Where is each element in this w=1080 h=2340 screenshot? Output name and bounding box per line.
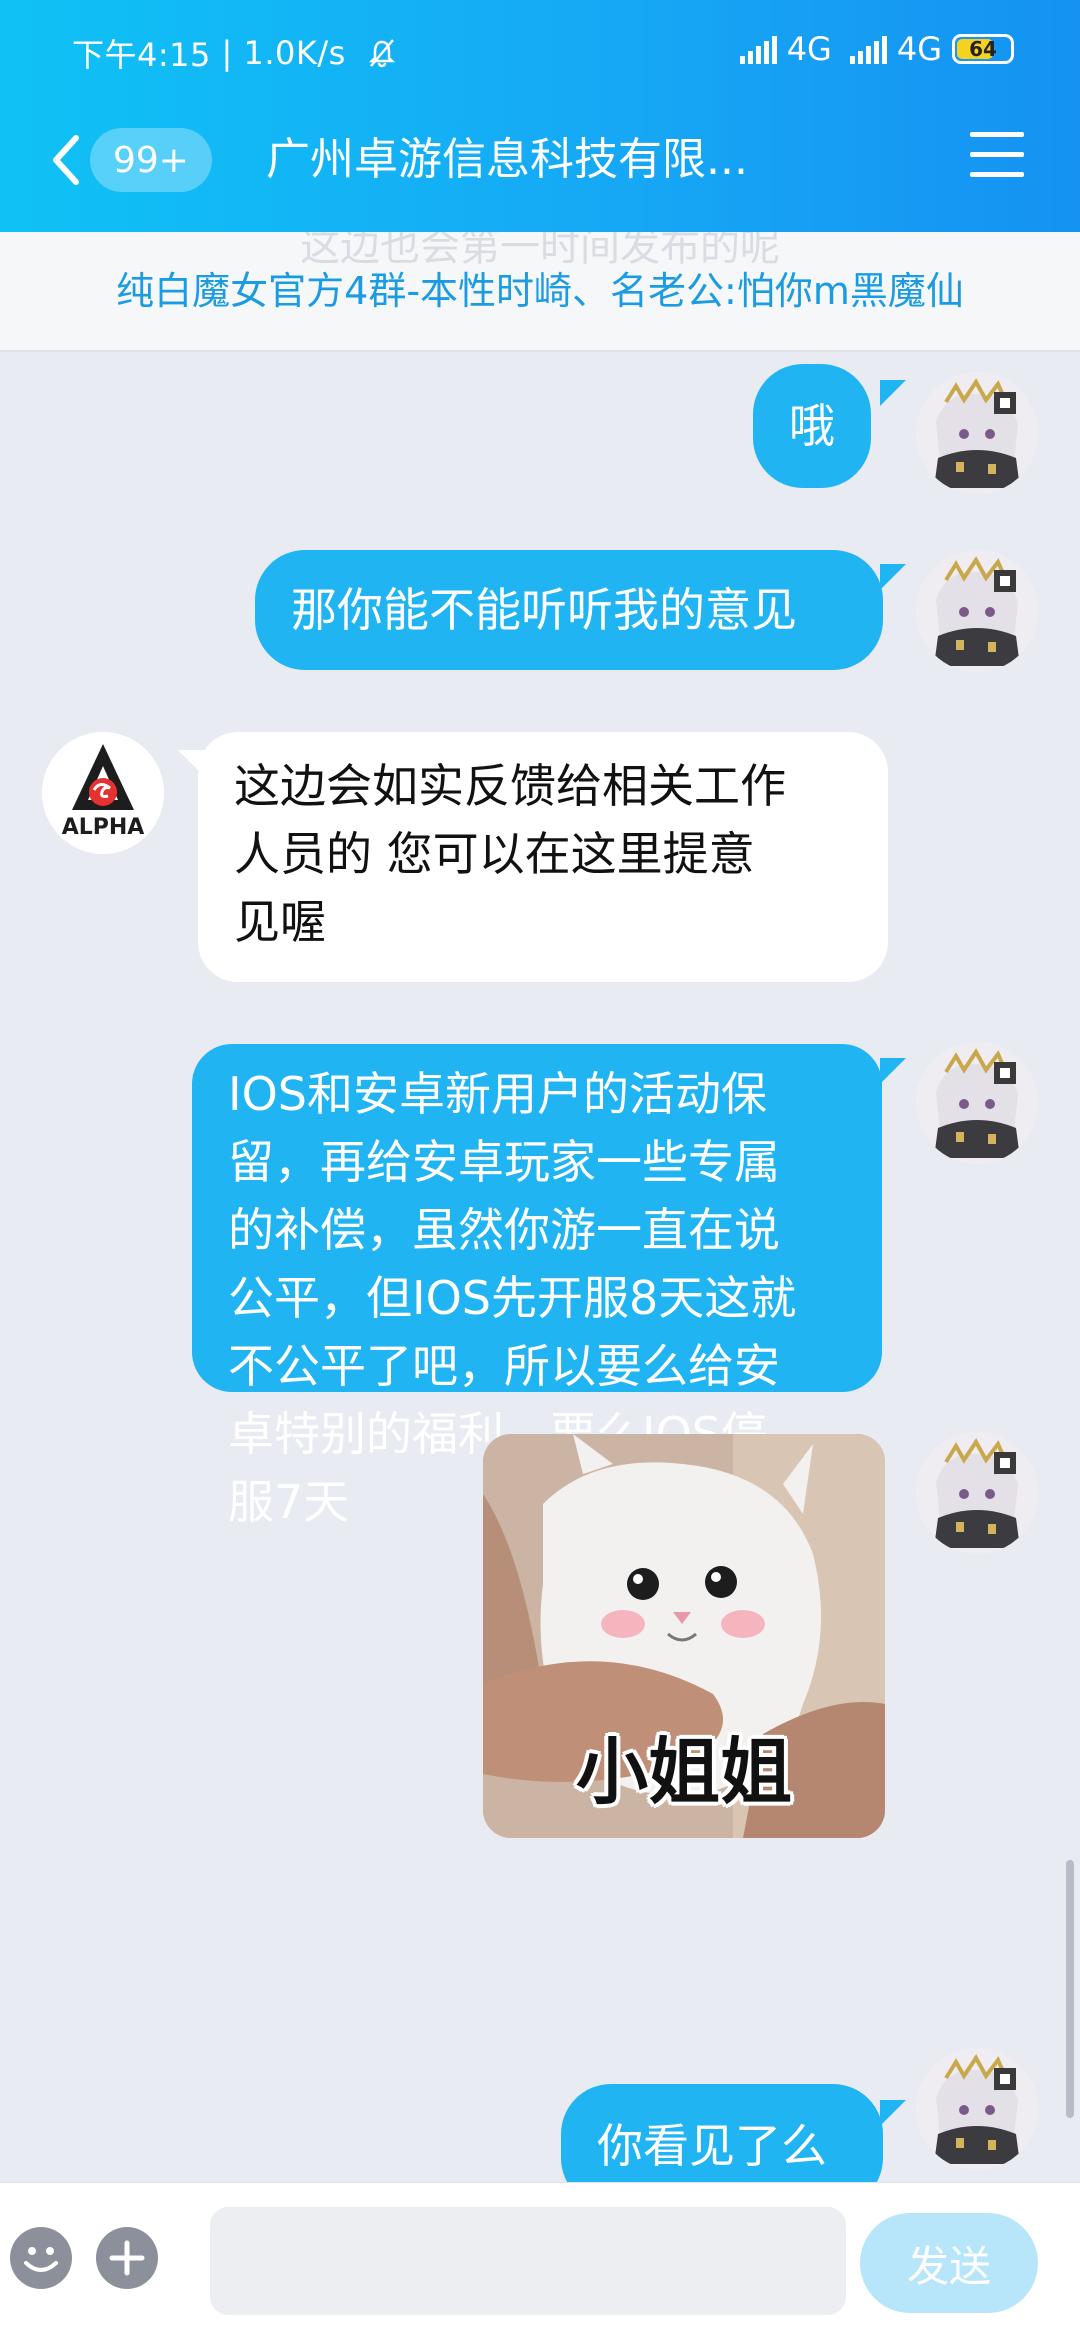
input-bar: 发送 bbox=[0, 2182, 1080, 2340]
bubble-tail bbox=[880, 564, 906, 590]
message-text: 哦 bbox=[789, 399, 835, 453]
send-button[interactable]: 发送 bbox=[860, 2213, 1038, 2313]
message-line: 这边会如实反馈给相关工作 bbox=[234, 759, 786, 813]
message-line: 的补偿，虽然你游一直在说 bbox=[228, 1203, 780, 1257]
message-text: 你看见了么 bbox=[597, 2119, 827, 2173]
sticker-image[interactable]: 小姐姐 bbox=[483, 1434, 885, 1838]
message-text: 那你能不能听听我的意见 bbox=[291, 583, 797, 637]
battery-icon: 64 bbox=[952, 34, 1014, 64]
network-type-1: 4G bbox=[786, 30, 832, 68]
network-speed: 1.0K/s bbox=[243, 34, 346, 72]
network-type-2: 4G bbox=[896, 30, 942, 68]
message-line: IOS和安卓新用户的活动保 bbox=[228, 1067, 767, 1121]
announcement-text: 纯白魔女官方4群-本性时崎、名老公:怕你m黑魔仙 bbox=[116, 269, 964, 313]
message-line: 人员的 您可以在这里提意 bbox=[234, 827, 755, 881]
message-bubble[interactable]: 你看见了么 bbox=[561, 2084, 883, 2182]
message-list[interactable]: 哦 那你能不能听听我的意见 ALPHA 这边会如实反馈给相关工作 人员的 您可以… bbox=[0, 352, 1080, 2182]
status-time: 下午4:15 bbox=[72, 36, 211, 74]
back-arrow-icon[interactable] bbox=[46, 130, 86, 190]
message-bubble[interactable]: 那你能不能听听我的意见 bbox=[255, 550, 883, 670]
message-input[interactable] bbox=[210, 2207, 846, 2315]
message-line: 留，再给安卓玩家一些专属 bbox=[228, 1135, 780, 1189]
message-line: 见喔 bbox=[234, 895, 326, 949]
bubble-tail bbox=[880, 1058, 906, 1084]
my-avatar[interactable] bbox=[916, 550, 1038, 672]
message-bubble[interactable]: IOS和安卓新用户的活动保 留，再给安卓玩家一些专属 的补偿，虽然你游一直在说 … bbox=[192, 1044, 882, 1529]
chat-title: 广州卓游信息科技有限... bbox=[266, 134, 748, 185]
status-left: 下午4:15 | 1.0K/s bbox=[72, 30, 397, 76]
menu-icon[interactable] bbox=[970, 132, 1024, 186]
bell-muted-icon bbox=[368, 39, 395, 68]
sender-logo-text: ALPHA bbox=[62, 815, 145, 840]
status-bar: 下午4:15 | 1.0K/s 4G 4G 64 bbox=[0, 0, 1080, 100]
signal-icon bbox=[849, 34, 887, 64]
chat-scrollbar[interactable] bbox=[1066, 1860, 1074, 2118]
signal-icon bbox=[739, 34, 777, 64]
my-avatar[interactable] bbox=[916, 2048, 1038, 2170]
bubble-tail bbox=[880, 2100, 906, 2126]
sender-avatar[interactable]: ALPHA bbox=[42, 732, 164, 854]
my-avatar[interactable] bbox=[916, 1042, 1038, 1164]
message-line: 公平，但IOS先开服8天这就 bbox=[228, 1271, 797, 1325]
unread-count-badge[interactable]: 99+ bbox=[90, 128, 212, 192]
plus-icon[interactable] bbox=[96, 2227, 158, 2289]
chat-header: 下午4:15 | 1.0K/s 4G 4G 64 99+ 广州卓游信息科技有限.… bbox=[0, 0, 1080, 232]
status-right: 4G 4G 64 bbox=[739, 30, 1014, 68]
sticker-caption: 小姐姐 bbox=[575, 1730, 792, 1814]
message-line: 不公平了吧，所以要么给安 bbox=[228, 1339, 780, 1393]
emoji-icon[interactable] bbox=[10, 2227, 72, 2289]
battery-level: 64 bbox=[969, 37, 997, 61]
my-avatar[interactable] bbox=[916, 372, 1038, 494]
my-avatar[interactable] bbox=[916, 1432, 1038, 1554]
bubble-tail bbox=[880, 380, 906, 406]
group-announcement[interactable]: 这边也会第一时间发布的呢 纯白魔女官方4群-本性时崎、名老公:怕你m黑魔仙 bbox=[0, 232, 1080, 352]
message-bubble[interactable]: 这边会如实反馈给相关工作 人员的 您可以在这里提意 见喔 bbox=[198, 732, 888, 982]
nav-bar: 99+ 广州卓游信息科技有限... bbox=[0, 110, 1080, 210]
message-bubble[interactable]: 哦 bbox=[753, 364, 871, 488]
